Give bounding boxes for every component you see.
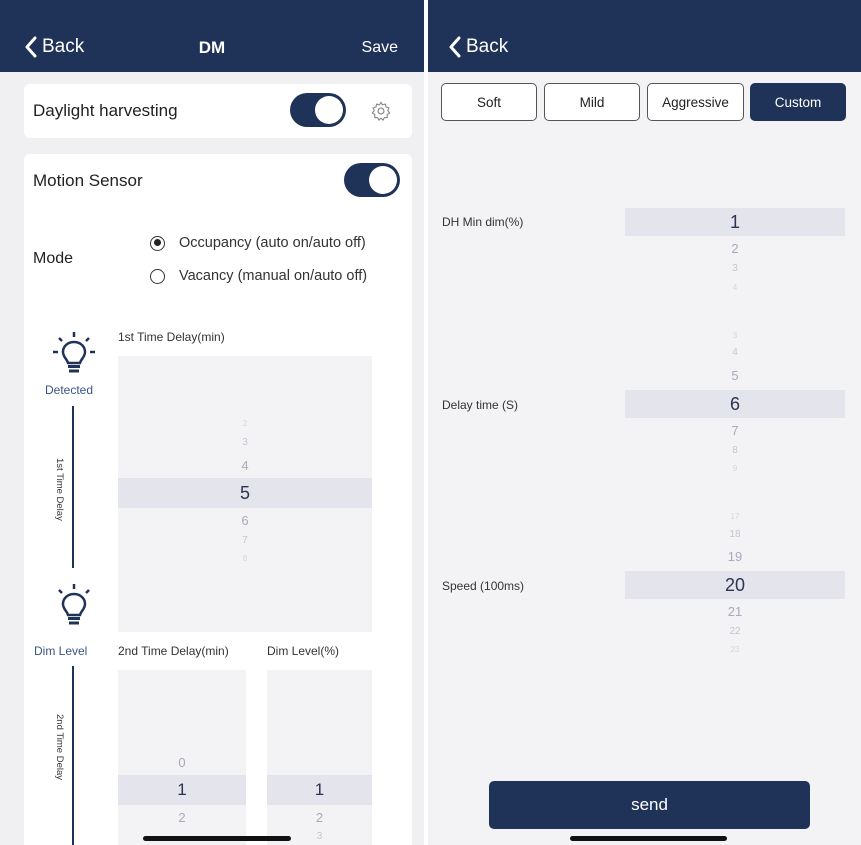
- daylight-harvesting-label: Daylight harvesting: [33, 101, 178, 120]
- picker-item: 7: [731, 423, 739, 438]
- timeline-line-2: [72, 666, 74, 845]
- picker-item: 4: [241, 458, 249, 473]
- picker-item: 3: [732, 263, 738, 274]
- picker-item: 22: [729, 626, 741, 637]
- dim-level-label: Dim Level: [34, 644, 88, 658]
- picker-item: 19: [727, 549, 743, 564]
- dh-min-dim-picker[interactable]: 1 2 3 4: [625, 140, 845, 302]
- nav-bar: Back DM Save: [0, 0, 424, 72]
- chevron-left-icon: [449, 36, 461, 58]
- picker-item: 4: [732, 283, 738, 292]
- gear-icon[interactable]: [370, 100, 392, 122]
- preset-soft-button[interactable]: Soft: [441, 83, 537, 121]
- picker-item: 17: [730, 512, 740, 521]
- dh-min-dim-label: DH Min dim(%): [442, 215, 524, 229]
- radio-selected-icon: [150, 235, 165, 251]
- picker-item: 3: [242, 437, 248, 448]
- home-indicator[interactable]: [143, 836, 291, 841]
- picker-item: 8: [242, 554, 248, 563]
- motion-sensor-toggle[interactable]: [344, 163, 400, 197]
- picker-item: 2: [731, 241, 739, 256]
- occupancy-label: Occupancy (auto on/auto off): [179, 235, 366, 251]
- picker-item: 3: [732, 331, 738, 340]
- speed-label: Speed (100ms): [442, 579, 525, 593]
- send-button[interactable]: send: [489, 781, 810, 829]
- delay-time-label: Delay time (S): [442, 398, 519, 412]
- mode-label: Mode: [33, 250, 74, 267]
- save-button[interactable]: Save: [362, 39, 398, 57]
- picker-item: 23: [730, 645, 740, 654]
- picker-item: 4: [732, 347, 738, 358]
- picker-item: 7: [242, 535, 248, 546]
- first-delay-picker[interactable]: 2 3 4 5 6 7 8: [118, 356, 372, 632]
- preset-custom-button[interactable]: Custom: [750, 83, 846, 121]
- picker-item: 2: [315, 810, 324, 825]
- radio-unselected-icon: [150, 268, 165, 284]
- picker-item: 2: [178, 810, 186, 825]
- second-delay-picker[interactable]: 0 1 2: [118, 670, 246, 845]
- home-indicator[interactable]: [570, 836, 727, 841]
- motion-sensor-label: Motion Sensor: [33, 171, 143, 190]
- back-button[interactable]: Back: [448, 36, 508, 58]
- delay-time-picker[interactable]: 3 4 5 6 7 8 9: [625, 322, 845, 484]
- picker-selected-item: 20: [724, 575, 746, 595]
- dh-custom-screen: Back Soft Mild Aggressive Custom DH Min …: [428, 0, 861, 845]
- timeline-line: [72, 406, 74, 568]
- picker-item: 2: [242, 419, 248, 428]
- occupancy-option[interactable]: Occupancy (auto on/auto off): [150, 235, 366, 251]
- daylight-harvesting-card: Daylight harvesting: [24, 84, 412, 138]
- picker-selected-item: 6: [729, 394, 740, 414]
- picker-item: 5: [731, 368, 739, 383]
- daylight-harvesting-toggle[interactable]: [290, 93, 346, 127]
- detected-label: Detected: [45, 383, 94, 397]
- picker-item: 6: [241, 513, 249, 528]
- picker-item: 9: [732, 464, 738, 473]
- preset-aggressive-button[interactable]: Aggressive: [647, 83, 744, 121]
- dm-settings-screen: Back DM Save Daylight harvesting Motion …: [0, 0, 424, 845]
- picker-item: 8: [732, 445, 738, 456]
- picker-selected-item: 5: [239, 483, 250, 503]
- first-delay-label: 1st Time Delay(min): [118, 330, 225, 344]
- vacancy-label: Vacancy (manual on/auto off): [179, 268, 368, 284]
- vacancy-option[interactable]: Vacancy (manual on/auto off): [150, 268, 367, 284]
- first-delay-vertical-label: 1st Time Delay: [54, 458, 65, 521]
- picker-item: 18: [729, 529, 741, 540]
- back-label: Back: [466, 36, 509, 57]
- picker-selected-item: 1: [177, 780, 187, 799]
- second-delay-label: 2nd Time Delay(min): [118, 644, 229, 658]
- picker-selected-item: 1: [729, 212, 740, 232]
- page-title: DM: [198, 38, 226, 57]
- nav-bar: Back: [428, 0, 861, 72]
- dim-level-picker-label: Dim Level(%): [267, 644, 340, 658]
- picker-item: 21: [727, 604, 743, 619]
- lightbulb-on-icon: [53, 332, 95, 373]
- preset-mild-button[interactable]: Mild: [544, 83, 640, 121]
- picker-item: 0: [178, 755, 186, 770]
- picker-selected-item: 1: [314, 780, 325, 799]
- second-delay-vertical-label: 2nd Time Delay: [54, 714, 65, 781]
- speed-picker[interactable]: 17 18 19 20 21 22 23: [625, 503, 845, 665]
- motion-sensor-card: Motion Sensor Mode Occupancy (auto on/au…: [24, 154, 412, 845]
- lightbulb-dim-icon: [58, 584, 90, 625]
- dim-level-picker[interactable]: 1 2 3: [267, 670, 372, 845]
